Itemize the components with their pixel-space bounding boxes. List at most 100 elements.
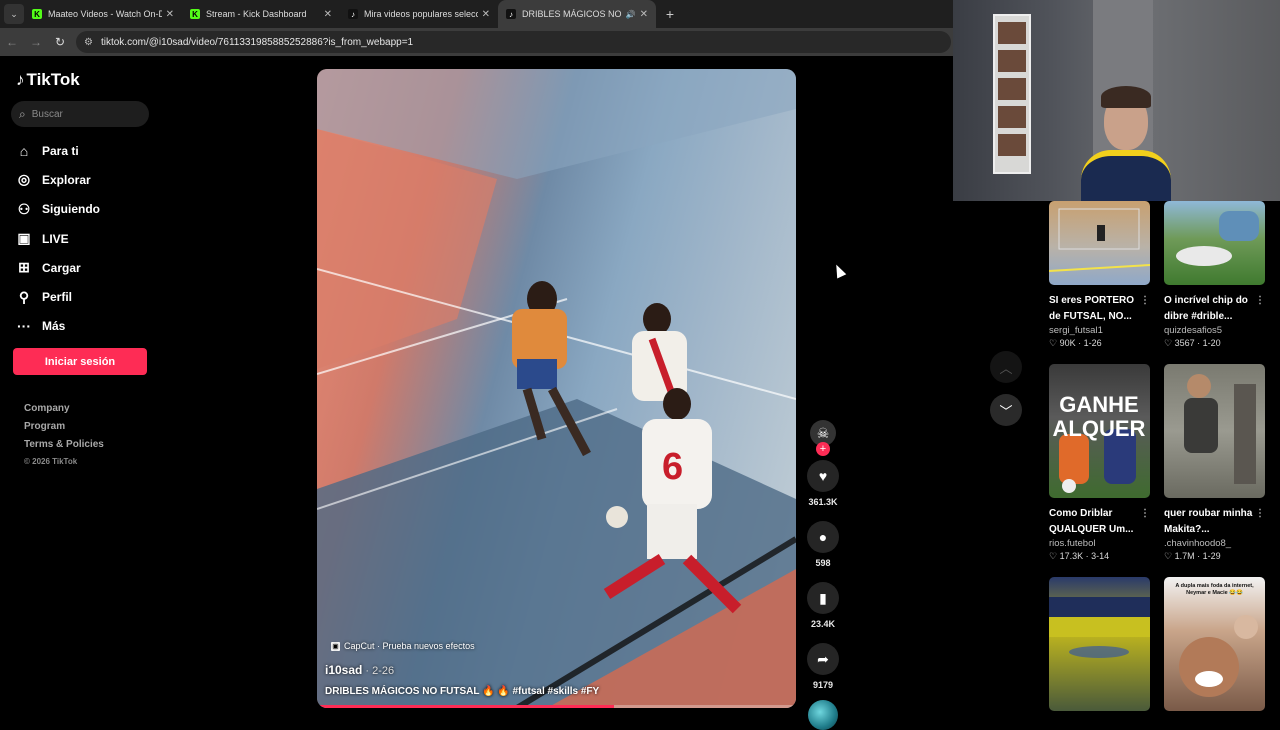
video-card[interactable]: O incrível chip do dibre #drible... ⋮ qui… bbox=[1164, 201, 1265, 349]
video-card-user[interactable]: quizdesafios5 bbox=[1164, 325, 1265, 336]
url-field[interactable]: ⚙ tiktok.com/@i10sad/video/7611331985885… bbox=[76, 31, 951, 53]
browser-tab[interactable]: K Stream - Kick Dashboard ✕ bbox=[182, 0, 340, 28]
footer-link-terms[interactable]: Terms & Policies bbox=[24, 439, 104, 457]
video-thumbnail[interactable]: A dupla mais foda da internet, Neymar e … bbox=[1164, 577, 1265, 711]
footer-link-program[interactable]: Program bbox=[24, 421, 104, 439]
sidebar-item-cargar[interactable]: ⊞ Cargar bbox=[15, 253, 155, 282]
tiktok-favicon-icon: ♪ bbox=[348, 9, 358, 19]
like-count: 361.3K bbox=[808, 497, 838, 507]
home-icon: ⌂ bbox=[19, 142, 29, 159]
webcam-shelf bbox=[993, 14, 1031, 174]
copyright: © 2026 TikTok bbox=[24, 457, 78, 466]
more-options-icon[interactable]: ⋮ bbox=[1255, 506, 1265, 522]
video-progress-bar[interactable] bbox=[317, 705, 796, 708]
video-player[interactable]: 6 ▣ CapCut · Prueba nuevos efectos i10sa… bbox=[317, 69, 796, 708]
chevron-up-icon: ︿ bbox=[999, 360, 1013, 376]
video-actions: ☠ + ♥ 361.3K ● 598 ▮ 23.4K ➦ 9179 bbox=[806, 420, 840, 730]
close-tab-icon[interactable]: ✕ bbox=[166, 9, 174, 20]
tiktok-note-icon: ♪ bbox=[16, 70, 25, 89]
sidebar-item-para-ti[interactable]: ⌂ Para ti bbox=[15, 136, 155, 165]
footer-link-company[interactable]: Company bbox=[24, 403, 104, 421]
save-action[interactable]: ▮ 23.4K bbox=[806, 582, 840, 629]
close-tab-icon[interactable]: ✕ bbox=[640, 9, 648, 20]
video-card[interactable]: quer roubar minha Makita?... ⋮ .chavinhoo… bbox=[1164, 364, 1265, 562]
browser-tab[interactable]: K Maateo Videos - Watch On-De ✕ bbox=[24, 0, 182, 28]
speaker-icon[interactable]: 🔊 bbox=[626, 10, 636, 19]
capcut-icon: ▣ bbox=[331, 641, 340, 651]
forward-icon[interactable]: → bbox=[24, 35, 48, 49]
live-icon: ▣ bbox=[17, 230, 31, 247]
sidebar-footer: Company Program Terms & Policies © 2026 … bbox=[24, 403, 104, 466]
video-card-title[interactable]: O incrível chip do dibre #drible... ⋮ bbox=[1164, 293, 1265, 324]
share-icon[interactable]: ➦ bbox=[807, 643, 839, 675]
video-description: DRIBLES MÁGICOS NO FUTSAL 🔥 🔥 #futsal #s… bbox=[325, 686, 600, 697]
video-thumbnail[interactable]: GANHE ALQUER bbox=[1049, 364, 1150, 498]
tiktok-favicon-icon: ♪ bbox=[506, 9, 516, 19]
video-thumbnail[interactable] bbox=[1164, 364, 1265, 498]
video-card[interactable] bbox=[1049, 577, 1150, 711]
webcam-person-shirt bbox=[1081, 150, 1171, 201]
video-card-title[interactable]: quer roubar minha Makita?... ⋮ bbox=[1164, 506, 1265, 537]
reload-icon[interactable]: ↻ bbox=[48, 35, 72, 49]
back-icon[interactable]: ← bbox=[0, 35, 24, 49]
sidebar-item-live[interactable]: ▣ LIVE bbox=[15, 224, 155, 253]
skull-avatar-icon: ☠ bbox=[816, 424, 830, 441]
previous-video-button[interactable]: ︿ bbox=[990, 351, 1022, 383]
more-options-icon[interactable]: ⋮ bbox=[1255, 293, 1265, 309]
video-card-title[interactable]: SI eres PORTERO de FUTSAL, NO... ⋮ bbox=[1049, 293, 1150, 324]
stadium-thumbnail bbox=[1049, 597, 1150, 658]
cleat-thumbnail bbox=[1176, 211, 1259, 266]
comment-icon[interactable]: ● bbox=[807, 521, 839, 553]
comment-action[interactable]: ● 598 bbox=[806, 521, 840, 568]
browser-tab-active[interactable]: ♪ DRIBLES MÁGICOS NO FUT 🔊 ✕ bbox=[498, 0, 656, 28]
video-thumbnail[interactable] bbox=[1049, 577, 1150, 711]
browser-tab[interactable]: ♪ Mira videos populares seleccio ✕ bbox=[340, 0, 498, 28]
sidebar-item-perfil[interactable]: ⚲ Perfil bbox=[15, 282, 155, 311]
new-tab-button[interactable]: + bbox=[660, 6, 680, 22]
music-disc-icon[interactable] bbox=[808, 700, 838, 730]
more-options-icon[interactable]: ⋮ bbox=[1140, 506, 1150, 522]
video-card-title[interactable]: Como Driblar QUALQUER Um... ⋮ bbox=[1049, 506, 1150, 537]
bookmark-icon[interactable]: ▮ bbox=[807, 582, 839, 614]
sidebar-nav: ⌂ Para ti ◎ Explorar ⚇ Siguiendo ▣ LIVE … bbox=[15, 136, 155, 341]
like-action[interactable]: ♥ 361.3K bbox=[806, 460, 840, 507]
author-avatar[interactable]: ☠ + bbox=[810, 420, 836, 456]
video-card-stats: ♡ 1.7M · 1-29 bbox=[1164, 551, 1221, 561]
video-card[interactable]: A dupla mais foda da internet, Neymar e … bbox=[1164, 577, 1265, 711]
video-card-user[interactable]: sergi_futsal1 bbox=[1049, 325, 1150, 336]
video-card-user[interactable]: .chavinhoodo8_ bbox=[1164, 538, 1265, 549]
webcam-overlay bbox=[953, 0, 1280, 201]
close-tab-icon[interactable]: ✕ bbox=[482, 9, 490, 20]
address-bar-row: ← → ↻ ⚙ tiktok.com/@i10sad/video/7611331… bbox=[0, 28, 955, 56]
more-options-icon[interactable]: ⋮ bbox=[1140, 293, 1150, 309]
video-card[interactable]: GANHE ALQUER Como Driblar QUALQUER Um...… bbox=[1049, 364, 1150, 562]
webcam-person-hair bbox=[1101, 86, 1151, 108]
save-count: 23.4K bbox=[810, 619, 836, 629]
share-action[interactable]: ➦ 9179 bbox=[806, 643, 840, 690]
video-progress-fill bbox=[317, 705, 614, 708]
video-thumbnail[interactable] bbox=[1164, 201, 1265, 285]
sidebar-item-mas[interactable]: ··· Más bbox=[15, 312, 155, 341]
search-input[interactable] bbox=[31, 108, 132, 120]
tiktok-logo[interactable]: ♪ TikTok bbox=[16, 70, 80, 90]
close-tab-icon[interactable]: ✕ bbox=[324, 9, 332, 20]
heart-icon[interactable]: ♥ bbox=[807, 460, 839, 492]
sidebar-item-explorar[interactable]: ◎ Explorar bbox=[15, 165, 155, 194]
next-video-button[interactable]: ﹀ bbox=[990, 394, 1022, 426]
sidebar-item-siguiendo[interactable]: ⚇ Siguiendo bbox=[15, 195, 155, 224]
video-author[interactable]: i10sad · 2-26 bbox=[325, 663, 394, 677]
video-card[interactable]: SI eres PORTERO de FUTSAL, NO... ⋮ sergi_… bbox=[1049, 201, 1150, 349]
login-button[interactable]: Iniciar sesión bbox=[13, 348, 147, 375]
follow-plus-icon[interactable]: + bbox=[816, 442, 830, 456]
video-card-user[interactable]: rios.futebol bbox=[1049, 538, 1150, 549]
video-frame: 6 bbox=[317, 69, 796, 708]
more-icon: ··· bbox=[17, 318, 31, 335]
following-icon: ⚇ bbox=[17, 200, 31, 217]
site-info-icon[interactable]: ⚙ bbox=[84, 37, 93, 48]
video-thumbnail[interactable] bbox=[1049, 201, 1150, 285]
tab-search-button[interactable]: ⌄ bbox=[4, 4, 24, 24]
kick-favicon-icon: K bbox=[32, 9, 42, 19]
capcut-effect-label[interactable]: ▣ CapCut · Prueba nuevos efectos bbox=[331, 641, 475, 651]
search-icon: ⌕ bbox=[19, 106, 26, 121]
search-box[interactable]: ⌕ bbox=[11, 101, 149, 127]
